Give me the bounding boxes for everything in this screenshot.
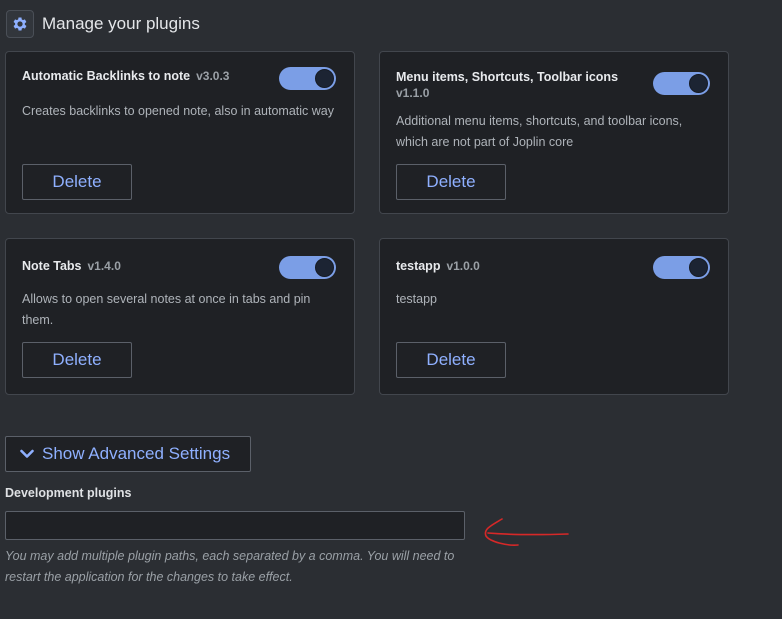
plugin-name: Menu items, Shortcuts, Toolbar icons [396,70,619,84]
plugin-version: v1.1.0 [396,86,430,100]
development-plugins-label: Development plugins [5,486,132,500]
plugin-description: Creates backlinks to opened note, also i… [22,104,334,118]
plugin-card-automatic-backlinks: Automatic Backlinks to note v3.0.3 Create… [5,51,355,214]
page-title: Manage your plugins [42,14,200,33]
delete-button[interactable]: Delete [22,164,132,200]
show-advanced-settings-button[interactable]: Show Advanced Settings [5,436,251,472]
plugin-name: testapp [396,259,441,273]
plugin-name: Note Tabs [22,259,82,273]
plugin-enable-toggle[interactable] [653,72,710,95]
plugin-enable-toggle[interactable] [653,256,710,279]
development-plugins-help: You may add multiple plugin paths, each … [5,549,455,584]
show-advanced-settings-label: Show Advanced Settings [42,444,231,463]
plugin-enable-toggle[interactable] [279,67,336,90]
gear-icon [6,10,34,38]
toggle-knob [689,74,708,93]
toggle-knob [315,258,334,277]
plugin-name: Automatic Backlinks to note [22,69,191,83]
plugin-enable-toggle[interactable] [279,256,336,279]
development-plugins-input[interactable] [5,511,465,540]
delete-button[interactable]: Delete [22,342,132,378]
red-arrow-annotation [484,518,569,546]
toggle-knob [689,258,708,277]
plugin-card-testapp: testapp v1.0.0 testapp Delete [379,238,729,395]
plugin-card-menu-items: Menu items, Shortcuts, Toolbar icons v1.1… [379,51,729,214]
plugin-version: v1.0.0 [446,259,480,273]
plugin-description: testapp [396,292,438,306]
delete-button[interactable]: Delete [396,164,506,200]
page-header: Manage your plugins [6,10,200,38]
delete-button[interactable]: Delete [396,342,506,378]
plugin-description: Additional menu items, shortcuts, and to… [396,114,683,149]
toggle-knob [315,69,334,88]
plugin-card-note-tabs: Note Tabs v1.4.0 Allows to open several n… [5,238,355,395]
chevron-down-icon [20,449,34,459]
plugin-version: v3.0.3 [196,69,230,83]
plugin-description: Allows to open several notes at once in … [22,292,311,327]
plugin-version: v1.4.0 [87,259,121,273]
